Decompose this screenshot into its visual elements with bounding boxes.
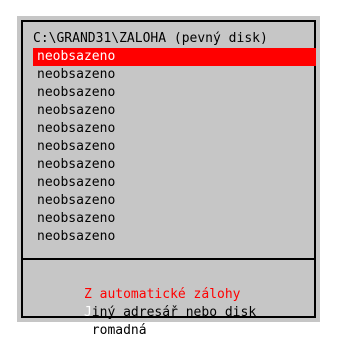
dialog-frame: C:\GRAND31\ZALOHA (pevný disk) neobsazen… (21, 20, 316, 338)
section-divider (23, 258, 314, 260)
option-bulk[interactable]: Hromadná (37, 304, 147, 338)
option-other-directory[interactable]: Jiný adresář nebo disk (37, 286, 256, 320)
backup-slot-11[interactable]: neobsazeno (33, 228, 316, 246)
option-bulk-label: romadná (91, 323, 147, 338)
backup-slot-8[interactable]: neobsazeno (33, 174, 316, 192)
backup-location-dialog: C:\GRAND31\ZALOHA (pevný disk) neobsazen… (17, 16, 320, 338)
backup-slot-7[interactable]: neobsazeno (33, 156, 316, 174)
backup-slot-3[interactable]: neobsazeno (33, 84, 316, 102)
path-title: C:\GRAND31\ZALOHA (pevný disk) (33, 31, 268, 46)
backup-slot-6[interactable]: neobsazeno (33, 138, 316, 156)
backup-slot-2[interactable]: neobsazeno (33, 66, 316, 84)
backup-slot-10[interactable]: neobsazeno (33, 210, 316, 228)
option-bulk-hotkey: H (83, 323, 92, 338)
backup-slot-5[interactable]: neobsazeno (33, 120, 316, 138)
option-automatic-backups[interactable]: Z automatické zálohy (37, 268, 241, 302)
backup-slot-4[interactable]: neobsazeno (33, 102, 316, 120)
backup-slot-1[interactable]: neobsazeno (33, 48, 316, 66)
backup-slot-9[interactable]: neobsazeno (33, 192, 316, 210)
